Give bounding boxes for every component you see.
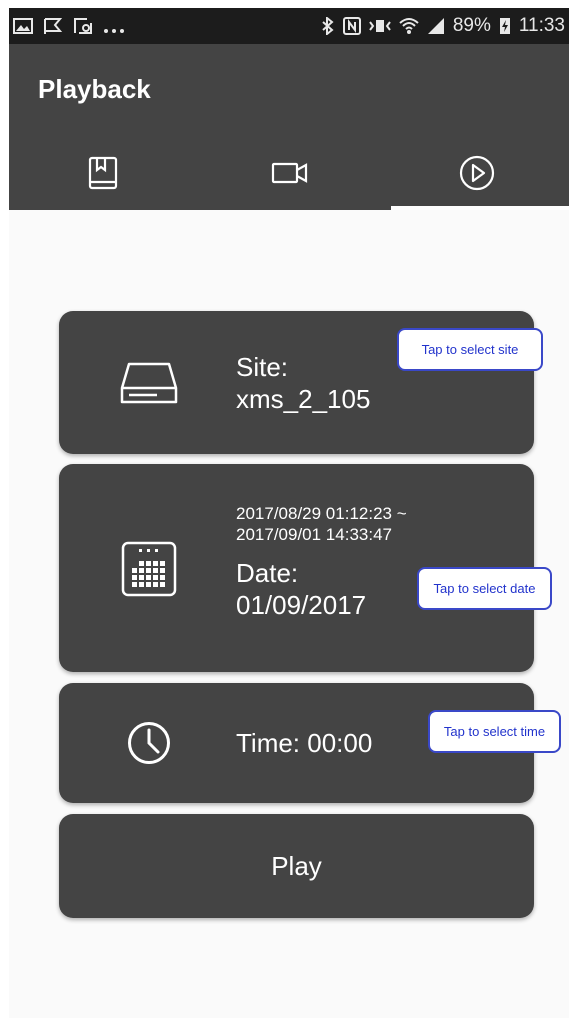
site-value: xms_2_105 bbox=[236, 384, 371, 414]
time-tooltip: Tap to select time bbox=[428, 710, 561, 753]
bluetooth-icon bbox=[321, 17, 335, 35]
clock-time: 11:33 bbox=[518, 15, 565, 36]
video-camera-icon bbox=[270, 158, 310, 193]
bookmark-book-icon bbox=[86, 155, 120, 196]
wifi-icon bbox=[399, 17, 419, 35]
calendar-icon bbox=[117, 534, 181, 604]
vibrate-icon bbox=[369, 17, 391, 35]
play-circle-icon bbox=[457, 153, 497, 198]
signal-icon bbox=[427, 17, 445, 35]
image-icon bbox=[13, 17, 33, 35]
page-title: Playback bbox=[38, 74, 151, 104]
tab-playback[interactable] bbox=[383, 140, 569, 210]
hard-drive-icon bbox=[119, 351, 179, 415]
status-bar-notifications bbox=[13, 8, 125, 44]
tab-bookmarks[interactable] bbox=[9, 140, 196, 210]
screenshot-icon bbox=[73, 17, 93, 35]
clock-icon bbox=[119, 711, 179, 775]
site-label: Site: bbox=[236, 352, 289, 382]
date-range-start: 2017/08/29 01:12:23 ~ bbox=[236, 504, 407, 523]
tab-live-video[interactable] bbox=[196, 140, 383, 210]
date-range-end: 2017/09/01 14:33:47 bbox=[236, 525, 392, 544]
time-text: Time: 00:00 bbox=[236, 728, 373, 758]
battery-charging-icon bbox=[499, 17, 511, 35]
status-bar-system: 89% 11:33 bbox=[321, 8, 565, 44]
battery-percent: 89% bbox=[452, 15, 491, 36]
more-dots bbox=[103, 17, 125, 35]
site-tooltip: Tap to select site bbox=[397, 328, 543, 371]
date-label: Date: bbox=[236, 558, 299, 588]
date-tooltip: Tap to select date bbox=[417, 567, 552, 610]
app-bar: Playback bbox=[9, 44, 569, 210]
flag-icon bbox=[43, 17, 63, 35]
status-bar: 89% 11:33 bbox=[9, 8, 569, 44]
play-button[interactable]: Play bbox=[59, 814, 534, 918]
date-value: 01/09/2017 bbox=[236, 590, 367, 620]
site-text: Site: xms_2_105 bbox=[236, 351, 370, 415]
date-text: 2017/08/29 01:12:23 ~ 2017/09/01 14:33:4… bbox=[236, 503, 407, 621]
nfc-icon bbox=[342, 17, 361, 35]
